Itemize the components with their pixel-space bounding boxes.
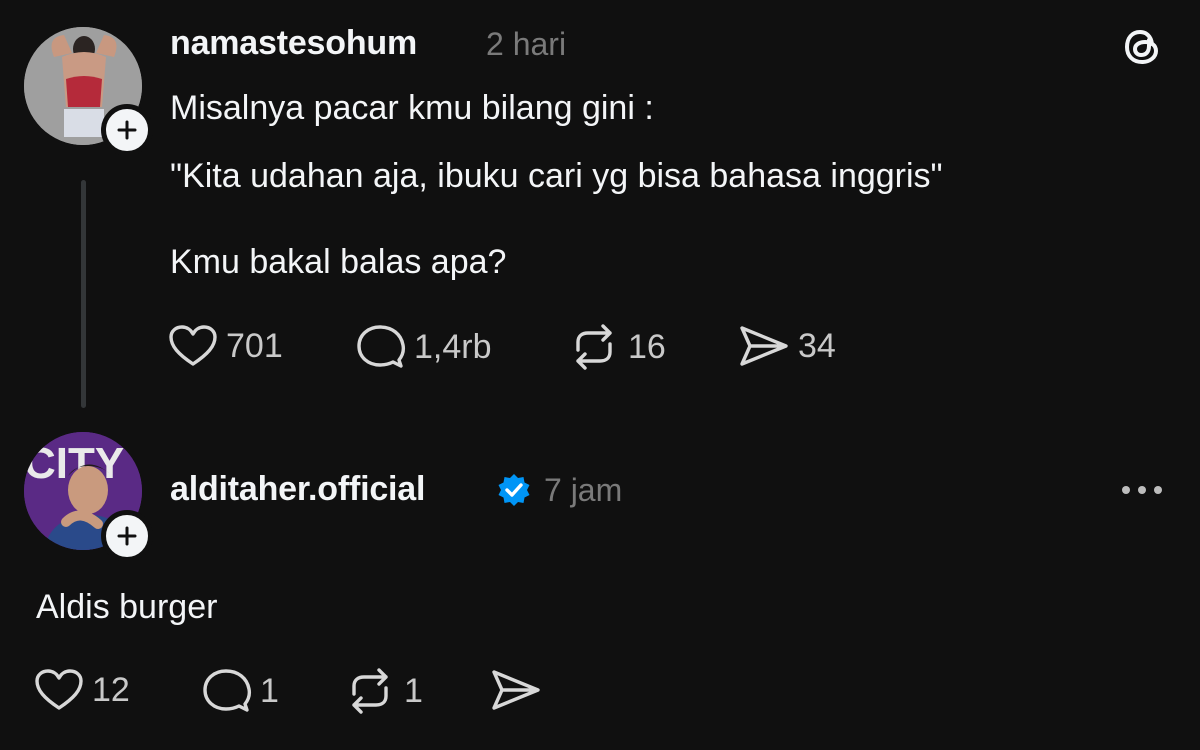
reply-count: 1,4rb [414,327,492,366]
like-count: 701 [226,326,283,365]
post-line-2: "Kita udahan aja, ibuku cari yg bisa bah… [170,157,943,195]
post-username[interactable]: namastesohum [170,24,417,63]
plus-icon [117,120,137,140]
follow-button-namastesohum[interactable] [101,104,153,156]
reply-comment-button[interactable]: 1 [202,668,279,714]
plus-icon [117,526,137,546]
reply-button[interactable]: 1,4rb [356,324,492,370]
reply-timestamp[interactable]: 7 jam [544,472,622,509]
share-button[interactable]: 34 [738,324,836,368]
thread-connector-line [81,180,86,408]
send-icon [492,670,540,710]
reply-repost-button[interactable]: 1 [344,668,423,714]
reply-comment-count: 1 [260,671,279,710]
comment-icon [357,325,406,368]
heart-icon [169,325,217,366]
follow-button-alditaher[interactable] [101,510,153,562]
repost-icon [352,668,388,714]
post-line-1: Misalnya pacar kmu bilang gini : [170,89,654,127]
verified-badge-icon [498,474,530,506]
threads-logo-icon[interactable] [1118,22,1166,70]
reply-share-button[interactable] [490,668,542,712]
repost-button[interactable]: 16 [568,324,666,370]
comment-icon [203,669,252,712]
repost-icon [576,324,612,370]
share-count: 34 [798,326,836,365]
reply-like-button[interactable]: 12 [34,668,130,712]
send-icon [740,326,788,366]
more-horizontal-icon[interactable] [1118,478,1166,502]
reply-text: Aldis burger [36,588,218,626]
like-button[interactable]: 701 [168,324,283,368]
heart-icon [35,669,83,710]
repost-count: 16 [628,327,666,366]
post-line-3: Kmu bakal balas apa? [170,243,507,281]
reply-repost-count: 1 [404,671,423,710]
post-timestamp[interactable]: 2 hari [486,26,566,63]
reply-like-count: 12 [92,670,130,709]
reply-username[interactable]: alditaher.official [170,470,425,509]
